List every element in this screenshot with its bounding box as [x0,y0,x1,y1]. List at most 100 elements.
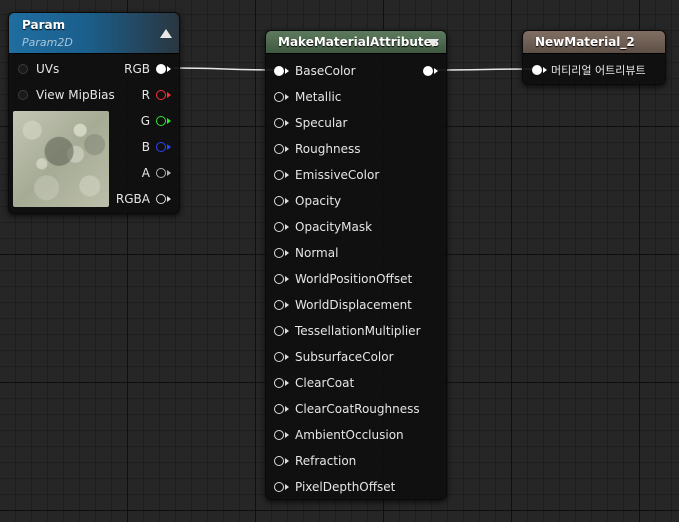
input-pin-worlddisplacement[interactable]: WorldDisplacement [274,297,412,313]
pin-label: Specular [295,116,348,130]
pin-arrow-icon [285,458,289,464]
output-pin-result[interactable] [423,63,438,79]
pin-label: AmbientOcclusion [295,428,404,442]
input-pin-clearcoat[interactable]: ClearCoat [274,375,354,391]
input-pin-clearcoatroughness[interactable]: ClearCoatRoughness [274,401,420,417]
param-node-subtitle: Param2D [22,36,73,49]
pin-arrow-icon [285,276,289,282]
pin-label: Normal [295,246,339,260]
pin-dot-icon[interactable] [274,170,284,180]
pin-dot-icon[interactable] [274,300,284,310]
collapse-triangle-icon[interactable] [427,39,439,47]
pin-dot-icon[interactable] [156,194,166,204]
output-pin-rgb[interactable]: RGB [124,61,171,77]
pin-dot-icon[interactable] [274,274,284,284]
pin-dot-icon[interactable] [156,64,166,74]
input-pin-uvs[interactable]: UVs [18,61,59,77]
pin-label: ClearCoat [295,376,355,390]
output-pin-a[interactable]: A [142,165,171,181]
pin-arrow-icon [285,120,289,126]
pin-dot-icon[interactable] [274,248,284,258]
pin-dot-icon[interactable] [274,118,284,128]
pin-dot-icon[interactable] [274,430,284,440]
pin-arrow-icon [543,67,547,73]
param-node-header[interactable]: Param Param2D [9,13,179,54]
pin-dot-icon[interactable] [156,116,166,126]
pin-arrow-icon [167,144,171,150]
input-pin-opacity[interactable]: Opacity [274,193,341,209]
collapse-triangle-icon[interactable] [160,29,172,38]
pin-dot-icon[interactable] [274,92,284,102]
pin-arrow-icon [285,172,289,178]
pin-dot-icon[interactable] [274,378,284,388]
pin-label: UVs [36,62,60,76]
pin-label: PixelDepthOffset [295,480,396,494]
make-node-header[interactable]: MakeMaterialAttributes [266,31,446,54]
pin-dot-icon[interactable] [274,404,284,414]
pin-dot-icon[interactable] [274,326,284,336]
input-pin-specular[interactable]: Specular [274,115,347,131]
pin-dot-icon[interactable] [18,64,28,74]
pin-label: WorldDisplacement [295,298,412,312]
pin-label: RGBA [115,192,150,206]
pin-dot-icon[interactable] [274,144,284,154]
pin-arrow-icon [167,118,171,124]
pin-arrow-icon [285,432,289,438]
input-pin-worldpositionoffset[interactable]: WorldPositionOffset [274,271,412,287]
pin-dot-icon[interactable] [18,90,28,100]
pin-dot-icon[interactable] [274,196,284,206]
pin-dot-icon[interactable] [156,90,166,100]
pin-dot-icon[interactable] [156,168,166,178]
output-pin-g[interactable]: G [141,113,171,129]
wire-rgb-to-basecolor [173,67,278,71]
pin-arrow-icon [285,406,289,412]
make-node-title: MakeMaterialAttributes [278,35,439,49]
pin-label: ClearCoatRoughness [295,402,420,416]
pin-label: OpacityMask [295,220,373,234]
pin-dot-icon[interactable] [274,482,284,492]
pin-label: RGB [124,62,150,76]
material-node-header[interactable]: NewMaterial_2 [523,31,665,54]
input-pin-normal[interactable]: Normal [274,245,338,261]
pin-label: TessellationMultiplier [295,324,421,338]
output-pin-b[interactable]: B [142,139,171,155]
param-node-title: Param [22,18,66,32]
pin-arrow-icon [285,380,289,386]
pin-arrow-icon [285,146,289,152]
pin-dot-icon[interactable] [156,142,166,152]
material-node-title: NewMaterial_2 [535,35,635,49]
pin-label: SubsurfaceColor [295,350,394,364]
pin-dot-icon[interactable] [532,65,542,75]
output-pin-rgba[interactable]: RGBA [116,191,171,207]
pin-arrow-icon [285,354,289,360]
pin-arrow-icon [167,92,171,98]
input-pin-roughness[interactable]: Roughness [274,141,360,157]
output-pin-r[interactable]: R [142,87,171,103]
pin-label: B [141,140,150,154]
pin-dot-icon[interactable] [274,352,284,362]
pin-arrow-icon [285,224,289,230]
pin-dot-icon[interactable] [274,222,284,232]
pin-arrow-icon [285,68,289,74]
input-pin-pixeldepthoffset[interactable]: PixelDepthOffset [274,479,395,495]
input-pin-material-attributes[interactable]: 머티리얼 어트리뷰트 [532,62,646,78]
new-material-node[interactable]: NewMaterial_2 머티리얼 어트리뷰트 [522,30,666,85]
make-material-attributes-node[interactable]: MakeMaterialAttributes BaseColor Metalli… [265,30,447,500]
input-pin-view-mipbias[interactable]: View MipBias [18,87,115,103]
input-pin-emissivecolor[interactable]: EmissiveColor [274,167,379,183]
pin-dot-icon[interactable] [423,66,433,76]
input-pin-subsurfacecolor[interactable]: SubsurfaceColor [274,349,394,365]
input-pin-opacitymask[interactable]: OpacityMask [274,219,372,235]
input-pin-ambientocclusion[interactable]: AmbientOcclusion [274,427,404,443]
input-pin-tessellationmultiplier[interactable]: TessellationMultiplier [274,323,421,339]
pin-dot-icon[interactable] [274,456,284,466]
param-node[interactable]: Param Param2D UVs View MipBias RGB R G B… [8,12,180,214]
pin-dot-icon[interactable] [274,66,284,76]
input-pin-metallic[interactable]: Metallic [274,89,341,105]
pin-label: BaseColor [295,64,356,78]
pin-arrow-icon [167,196,171,202]
input-pin-refraction[interactable]: Refraction [274,453,356,469]
pin-arrow-icon [285,94,289,100]
input-pin-basecolor[interactable]: BaseColor [274,63,356,79]
pin-arrow-icon [167,66,171,72]
